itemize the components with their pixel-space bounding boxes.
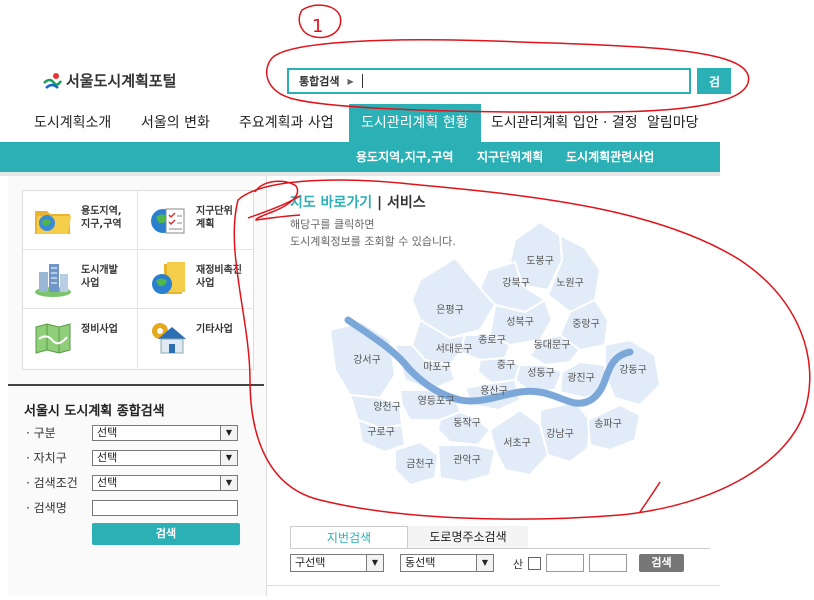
- nav-item-management-status[interactable]: 도시관리계획 현황: [349, 104, 481, 142]
- global-search-box[interactable]: 통합검색 ▶: [287, 68, 691, 94]
- shortcut-maintenance[interactable]: 정비사업: [23, 309, 138, 368]
- district-label[interactable]: 노원구: [556, 277, 584, 289]
- district-label[interactable]: 중랑구: [572, 318, 600, 330]
- district-label[interactable]: 구로구: [367, 427, 395, 438]
- search-panel-title: 서울시 도시계획 종합검색: [24, 404, 165, 419]
- bottom-search-button[interactable]: 검색: [639, 554, 684, 572]
- nav-item-changes[interactable]: 서울의 변화: [141, 104, 210, 142]
- district-label[interactable]: 강서구: [353, 354, 381, 366]
- district-label[interactable]: 성북구: [506, 316, 534, 328]
- district-label[interactable]: 은평구: [436, 304, 464, 316]
- condition-select[interactable]: 선택 ▼: [92, 475, 238, 491]
- chevron-down-icon[interactable]: ▼: [220, 451, 237, 465]
- chevron-down-icon[interactable]: ▼: [220, 476, 237, 490]
- chevron-down-icon[interactable]: ▼: [476, 555, 493, 571]
- subnav-zoning[interactable]: 용도지역,지구,구역: [356, 142, 453, 172]
- district-label[interactable]: 동작구: [453, 417, 481, 429]
- district-label[interactable]: 서초구: [503, 437, 531, 449]
- chevron-down-icon[interactable]: ▼: [366, 555, 383, 571]
- field-label-condition: · 검색조건: [26, 476, 78, 490]
- district-label[interactable]: 중구: [497, 359, 515, 371]
- nav-item-major-plans[interactable]: 주요계획과 사업: [239, 104, 334, 142]
- district-label[interactable]: 서대문구: [436, 343, 473, 355]
- shortcut-other[interactable]: 기타사업: [138, 309, 253, 368]
- district-label[interactable]: 강북구: [502, 277, 530, 289]
- subnav-related-projects[interactable]: 도시계획관련사업: [566, 142, 654, 172]
- district-label[interactable]: 용산구: [480, 385, 508, 397]
- district-label[interactable]: 광진구: [567, 372, 595, 384]
- nav-item-intro[interactable]: 도시계획소개: [34, 104, 111, 142]
- district-label[interactable]: 강남구: [546, 428, 574, 440]
- search-name-input[interactable]: [92, 500, 238, 516]
- district-label[interactable]: 금천구: [406, 458, 434, 470]
- text-cursor: [361, 74, 363, 88]
- san-checkbox[interactable]: [528, 557, 541, 570]
- district-select[interactable]: 선택 ▼: [92, 450, 238, 466]
- district-label[interactable]: 관악구: [453, 454, 481, 466]
- folder-globe-icon: [35, 211, 71, 234]
- gu-select[interactable]: 구선택 ▼: [290, 554, 384, 572]
- shortcut-district-plan[interactable]: 지구단위 계획: [138, 191, 253, 250]
- site-logo[interactable]: 서울도시계획포털: [42, 70, 176, 91]
- chevron-down-icon[interactable]: ▼: [220, 426, 237, 440]
- district-label[interactable]: 영등포구: [418, 395, 455, 407]
- seoul-logo-icon: [43, 72, 62, 89]
- map-section-title: 지도 바로가기 | 서비스: [290, 195, 426, 211]
- subnav-district-plan[interactable]: 지구단위계획: [477, 142, 543, 172]
- field-label-district: · 자치구: [26, 451, 67, 465]
- bottom-tab-row: 지번검색 도로명주소검색: [290, 526, 710, 549]
- shortcut-label: 도시개발 사업: [81, 265, 118, 289]
- panel-divider: [8, 384, 264, 386]
- house-gear-icon: [152, 323, 186, 354]
- san-label: 산: [513, 558, 524, 571]
- map-icon: [35, 323, 71, 354]
- district-label[interactable]: 송파구: [594, 418, 622, 430]
- nav-item-notice[interactable]: 알림마당: [647, 104, 699, 142]
- map-title-accent: 지도 바로가기: [290, 195, 373, 211]
- search-submit-button[interactable]: 검색: [92, 523, 240, 545]
- shortcut-label: 지구단위 계획: [196, 206, 233, 230]
- field-label-name: · 검색명: [26, 501, 67, 515]
- tab-road-address-search[interactable]: 도로명주소검색: [408, 526, 528, 548]
- district-label[interactable]: 양천구: [373, 401, 401, 413]
- shortcut-label: 기타사업: [196, 324, 233, 335]
- shortcut-label: 재정비촉진 사업: [196, 265, 242, 289]
- city-buildings-icon: [35, 264, 71, 297]
- nav-item-proposal-decision[interactable]: 도시관리계획 입안 · 결정: [491, 104, 638, 142]
- shortcut-label: 용도지역, 지구,구역: [81, 206, 122, 230]
- global-search-button[interactable]: 검: [697, 68, 731, 94]
- scope-arrow-icon[interactable]: ▶: [347, 77, 353, 86]
- category-select[interactable]: 선택 ▼: [92, 425, 238, 441]
- annotation-label-1: 1: [312, 16, 323, 37]
- shortcut-urban-development[interactable]: 도시개발 사업: [23, 250, 138, 309]
- district-label[interactable]: 동대문구: [534, 339, 571, 351]
- district-label[interactable]: 성동구: [527, 367, 555, 379]
- shortcut-zoning[interactable]: 용도지역, 지구,구역: [23, 191, 138, 250]
- checklist-globe-icon: [151, 208, 185, 234]
- tab-lot-number-search[interactable]: 지번검색: [290, 526, 408, 548]
- district-label[interactable]: 종로구: [478, 334, 506, 346]
- search-scope-label[interactable]: 통합검색: [289, 73, 347, 89]
- district-label[interactable]: 도봉구: [526, 255, 554, 267]
- district-label[interactable]: 강동구: [619, 364, 647, 376]
- annotation-circle-1: [298, 4, 342, 39]
- seoul-district-map: 도봉구강북구 노원구은평구성북구 중랑구종로구 동대문구 서대문구강서구마포구 중구성동구…: [328, 220, 662, 487]
- bottom-divider: [266, 585, 720, 586]
- shortcut-label: 정비사업: [81, 324, 118, 335]
- logo-text: 서울도시계획포털: [66, 72, 177, 90]
- shortcut-redevelopment[interactable]: 재정비촉진 사업: [138, 250, 253, 309]
- main-number-input[interactable]: [546, 554, 584, 572]
- shortcut-grid: 용도지역, 지구,구역 지구단위 계획 도시개발 사업 재정비촉진 사업 정비사…: [22, 190, 254, 370]
- globe-folder-icon: [152, 262, 185, 294]
- sub-nav: 용도지역,지구,구역 지구단위계획 도시계획관련사업: [0, 142, 720, 172]
- main-nav: 도시계획소개 서울의 변화 주요계획과 사업 도시관리계획 현황 도시관리계획 …: [0, 104, 720, 142]
- dong-select[interactable]: 동선택 ▼: [400, 554, 494, 572]
- map-title-rest: 서비스: [387, 195, 426, 211]
- district-label[interactable]: 마포구: [423, 361, 451, 373]
- field-label-category: · 구분: [26, 426, 56, 440]
- sub-number-input[interactable]: [589, 554, 627, 572]
